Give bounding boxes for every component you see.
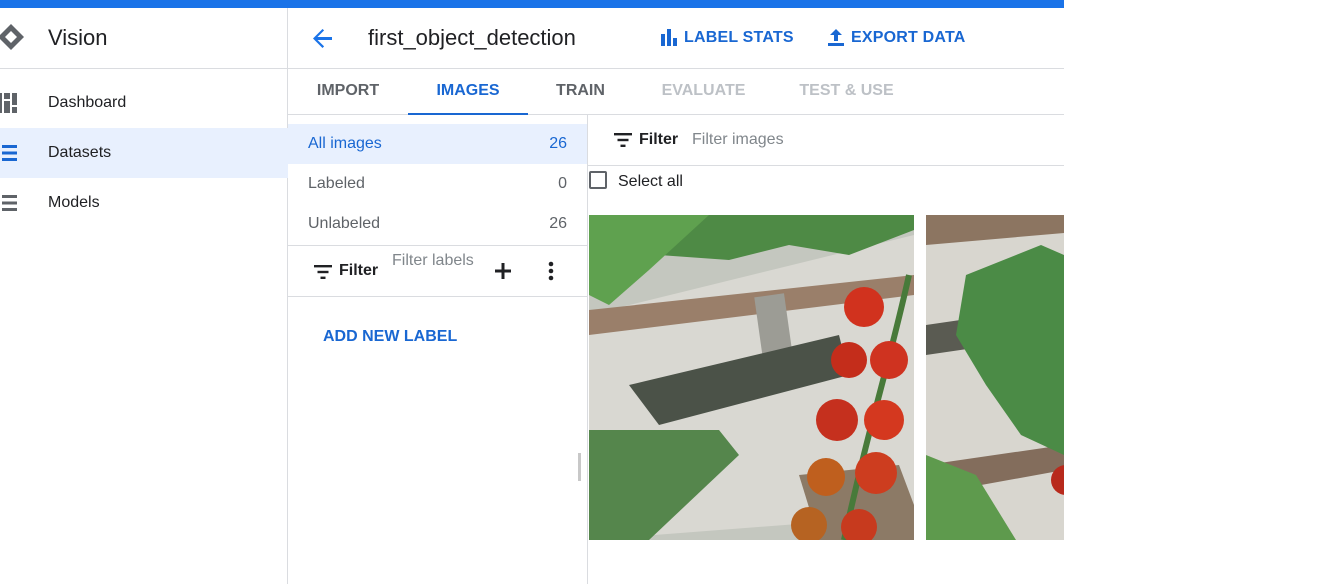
add-new-label-button[interactable]: ADD NEW LABEL xyxy=(323,328,457,346)
app-title: Vision xyxy=(48,25,108,50)
label-stats-button[interactable]: LABEL STATS xyxy=(660,27,794,49)
checkbox[interactable] xyxy=(589,171,607,189)
page-title: first_object_detection xyxy=(368,25,576,50)
brand-header: Vision xyxy=(0,8,288,69)
count-value: 26 xyxy=(549,215,567,232)
count-label: All images xyxy=(308,135,382,152)
tab-label: EVALUATE xyxy=(661,82,746,99)
sidebar-item-label: Dashboard xyxy=(48,94,127,111)
count-label: Unlabeled xyxy=(308,215,381,232)
tab-label: IMAGES xyxy=(436,82,500,99)
tab-label: TEST & USE xyxy=(799,82,894,99)
filter-all-images[interactable]: All images 26 xyxy=(288,124,587,164)
count-value: 26 xyxy=(549,135,567,152)
tomato-image xyxy=(926,215,1064,540)
tab-evaluate: EVALUATE xyxy=(643,69,764,115)
filter-label: Filter xyxy=(639,131,679,148)
list-icon xyxy=(2,145,17,161)
dataset-tabs: IMPORT IMAGES TRAIN EVALUATE TEST & USE xyxy=(288,69,1064,115)
upload-icon xyxy=(828,29,844,46)
top-accent-bar xyxy=(0,0,1064,8)
filter-labels-input[interactable]: Filter labels xyxy=(392,251,474,271)
filter-icon xyxy=(314,265,332,279)
dashboard-icon xyxy=(0,93,17,113)
filter-unlabeled[interactable]: Unlabeled 26 xyxy=(288,204,587,244)
sidebar-item-label: Models xyxy=(48,194,100,211)
panel-resize-handle[interactable] xyxy=(578,453,581,481)
image-thumbnail[interactable] xyxy=(926,215,1064,540)
filter-icon xyxy=(614,133,632,147)
image-filter-bar: Filter Filter images xyxy=(588,115,1064,166)
tab-test-and-use: TEST & USE xyxy=(784,69,909,115)
select-all-label: Select all xyxy=(618,173,683,190)
label-filter-bar: Filter Filter labels xyxy=(288,245,587,297)
export-data-button[interactable]: EXPORT DATA xyxy=(827,27,965,49)
more-vert-icon[interactable] xyxy=(544,260,558,282)
sidebar: Vision Dashboard Datasets Models xyxy=(0,8,288,584)
sidebar-item-dashboard[interactable]: Dashboard xyxy=(0,78,288,128)
tab-images[interactable]: IMAGES xyxy=(408,69,528,115)
tab-train[interactable]: TRAIN xyxy=(528,69,633,115)
bar-chart-icon xyxy=(661,29,677,46)
tab-label: IMPORT xyxy=(316,82,380,99)
dataset-header: first_object_detection LABEL STATS EXPOR… xyxy=(288,8,1064,69)
vision-app: Vision Dashboard Datasets Models first_o… xyxy=(0,0,1064,584)
image-thumbnail[interactable] xyxy=(589,215,914,540)
sidebar-item-models[interactable]: Models xyxy=(0,178,288,228)
select-all-checkbox[interactable]: Select all xyxy=(588,170,748,194)
label-stats-label: LABEL STATS xyxy=(684,29,794,46)
tab-label: TRAIN xyxy=(556,82,605,99)
tab-import[interactable]: IMPORT xyxy=(288,69,408,115)
filter-label: Filter xyxy=(339,262,379,279)
tomato-image xyxy=(589,215,914,540)
label-panel: All images 26 Labeled 0 Unlabeled 26 Fil… xyxy=(288,115,588,584)
export-data-label: EXPORT DATA xyxy=(851,29,966,46)
back-arrow-icon[interactable] xyxy=(310,26,336,50)
sidebar-item-label: Datasets xyxy=(48,144,112,161)
count-value: 0 xyxy=(558,175,567,192)
count-label: Labeled xyxy=(308,175,365,192)
list-icon xyxy=(2,195,17,211)
add-icon[interactable] xyxy=(492,260,514,282)
filter-images-input[interactable]: Filter images xyxy=(692,131,784,149)
sidebar-item-datasets[interactable]: Datasets xyxy=(0,128,288,178)
filter-labeled[interactable]: Labeled 0 xyxy=(288,164,587,204)
vision-logo-icon xyxy=(0,24,24,50)
